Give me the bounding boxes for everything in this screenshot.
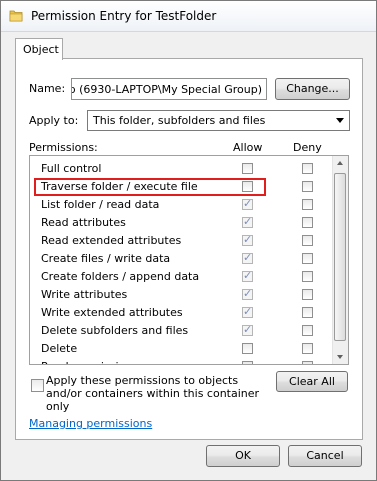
allow-checkbox[interactable] [242, 305, 253, 318]
name-label: Name: [29, 82, 66, 95]
allow-checkbox[interactable] [242, 197, 253, 210]
permissions-label: Permissions: [29, 141, 98, 154]
apply-to-label: Apply to: [29, 114, 79, 127]
deny-checkbox[interactable] [302, 307, 313, 318]
permissions-list[interactable]: Full control Traverse folder / execute fi… [29, 155, 349, 365]
title-bar: Permission Entry for TestFolder [1, 1, 376, 32]
deny-checkbox[interactable] [302, 235, 313, 246]
allow-checkbox[interactable] [242, 163, 253, 174]
permission-label: Create folders / append data [41, 270, 200, 283]
deny-checkbox[interactable] [302, 325, 313, 336]
scroll-up-icon[interactable] [337, 161, 343, 165]
traverse-highlight-box [34, 178, 266, 196]
permission-row: Write extended attributes [30, 304, 335, 322]
clear-all-label: Clear All [289, 375, 335, 388]
permission-label: Full control [41, 162, 102, 175]
deny-checkbox[interactable] [302, 217, 313, 228]
permission-label: Read extended attributes [41, 234, 182, 247]
allow-checkbox[interactable] [242, 251, 253, 264]
apply-inherit-label: Apply these permissions to objects and/o… [46, 374, 260, 413]
permission-row: Create files / write data [30, 250, 335, 268]
allow-checkbox[interactable] [242, 323, 253, 336]
tab-object-label: Object [23, 43, 59, 56]
permission-row: Full control [30, 160, 335, 178]
allow-checkbox[interactable] [242, 287, 253, 300]
deny-checkbox[interactable] [302, 343, 313, 354]
name-value: roup (6930-LAPTOP\My Special Group) [71, 83, 262, 96]
allow-checkbox[interactable] [242, 343, 253, 354]
tab-object[interactable]: Object [15, 38, 63, 60]
clear-all-button[interactable]: Clear All [276, 371, 348, 392]
permission-label: Create files / write data [41, 252, 171, 265]
deny-checkbox[interactable] [302, 361, 313, 364]
permission-row: Read extended attributes [30, 232, 335, 250]
allow-checkbox[interactable] [242, 361, 253, 364]
chevron-down-icon [336, 118, 344, 123]
permission-row: Read attributes [30, 214, 335, 232]
deny-checkbox[interactable] [302, 163, 313, 174]
permission-row: Create folders / append data [30, 268, 335, 286]
permission-label: Delete [41, 342, 78, 355]
deny-header: Deny [293, 141, 322, 154]
permission-entry-dialog: Permission Entry for TestFolder Object N… [0, 0, 377, 481]
permission-row: List folder / read data [30, 196, 335, 214]
permission-label: Read permissions [41, 360, 138, 364]
allow-checkbox[interactable] [242, 269, 253, 282]
name-field[interactable]: roup (6930-LAPTOP\My Special Group) [71, 78, 267, 100]
deny-checkbox[interactable] [302, 181, 313, 192]
allow-checkbox[interactable] [242, 215, 253, 228]
permission-label: Write extended attributes [41, 306, 183, 319]
permissions-scrollbar[interactable] [332, 156, 348, 364]
permission-row: Delete subfolders and files [30, 322, 335, 340]
ok-button-label: OK [235, 449, 251, 462]
change-button-label: Change... [286, 82, 339, 95]
permission-label: Write attributes [41, 288, 128, 301]
cancel-button-label: Cancel [306, 449, 344, 462]
permission-label: Read attributes [41, 216, 126, 229]
deny-checkbox[interactable] [302, 253, 313, 264]
window-title: Permission Entry for TestFolder [31, 9, 217, 23]
scrollbar-thumb[interactable] [334, 173, 346, 341]
permission-row: Delete [30, 340, 335, 358]
managing-permissions-link[interactable]: Managing permissions [29, 417, 152, 430]
change-button[interactable]: Change... [275, 78, 350, 100]
deny-checkbox[interactable] [302, 199, 313, 210]
allow-header: Allow [233, 141, 263, 154]
apply-inherit-checkbox[interactable] [31, 379, 44, 392]
permission-label: List folder / read data [41, 198, 160, 211]
folder-icon [9, 10, 23, 22]
apply-to-select[interactable]: This folder, subfolders and files [87, 110, 350, 131]
permission-row: Read permissions [30, 358, 335, 364]
scroll-down-icon[interactable] [337, 355, 343, 359]
deny-checkbox[interactable] [302, 289, 313, 300]
permission-row: Write attributes [30, 286, 335, 304]
ok-button[interactable]: OK [206, 445, 280, 467]
apply-to-value: This folder, subfolders and files [93, 114, 266, 127]
deny-checkbox[interactable] [302, 271, 313, 282]
permission-label: Delete subfolders and files [41, 324, 189, 337]
cancel-button[interactable]: Cancel [288, 445, 362, 467]
allow-checkbox[interactable] [242, 233, 253, 246]
